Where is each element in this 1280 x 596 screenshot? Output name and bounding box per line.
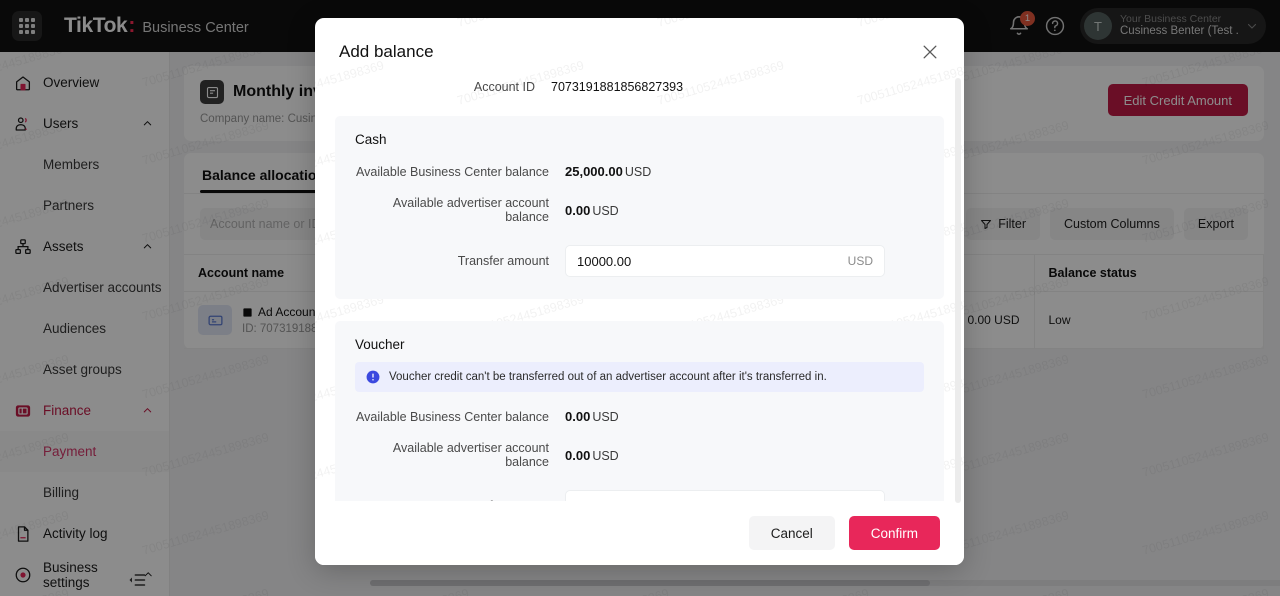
cancel-button[interactable]: Cancel bbox=[748, 516, 835, 550]
cash-transfer-amount-row: Transfer amount USD bbox=[355, 245, 924, 277]
confirm-button[interactable]: Confirm bbox=[848, 516, 940, 550]
voucher-adv-balance-row: Available advertiser account balance 0.0… bbox=[355, 441, 924, 469]
cash-adv-balance-amount: 0.00 bbox=[565, 202, 591, 218]
cash-transfer-amount-label: Transfer amount bbox=[457, 254, 549, 268]
cash-transfer-amount-field[interactable]: USD bbox=[565, 245, 885, 277]
info-icon bbox=[366, 370, 380, 384]
account-id-value: 7073191881856827393 bbox=[551, 80, 684, 94]
voucher-notice-banner: Voucher credit can't be transferred out … bbox=[355, 362, 924, 392]
modal-header: Add balance bbox=[315, 18, 964, 62]
app-root: TikTok : Business Center 1 T Your Busine… bbox=[0, 0, 1280, 596]
cash-bc-balance-amount: 25,000.00 bbox=[565, 164, 623, 179]
cash-adv-balance-currency: USD bbox=[592, 203, 619, 218]
cash-adv-balance-label: Available advertiser account balance bbox=[392, 196, 549, 224]
cash-bc-balance-currency: USD bbox=[624, 165, 652, 179]
cash-transfer-amount-input[interactable] bbox=[577, 253, 840, 269]
account-id-row: Account ID 7073191881856827393 bbox=[361, 62, 964, 94]
modal-vertical-scrollbar[interactable] bbox=[955, 78, 961, 503]
voucher-adv-balance-currency: USD bbox=[592, 448, 619, 463]
modal-footer: Cancel Confirm bbox=[315, 501, 964, 565]
modal-scroll-region: Add balance Account ID 70731918818568273… bbox=[315, 18, 964, 565]
voucher-adv-balance-amount: 0.00 bbox=[565, 447, 591, 463]
cash-adv-balance-value: 0.00 USD bbox=[565, 203, 619, 218]
voucher-bc-balance-currency: USD bbox=[592, 410, 619, 424]
close-icon[interactable] bbox=[920, 42, 940, 62]
voucher-adv-balance-label: Available advertiser account balance bbox=[392, 441, 549, 469]
voucher-bc-balance-value: 0.00 USD bbox=[565, 409, 619, 424]
voucher-bc-balance-label: Available Business Center balance bbox=[356, 409, 549, 424]
cash-bc-balance-label: Available Business Center balance bbox=[356, 164, 549, 179]
voucher-section-title: Voucher bbox=[355, 337, 405, 352]
voucher-notice-text: Voucher credit can't be transferred out … bbox=[389, 371, 827, 383]
voucher-adv-balance-value: 0.00 USD bbox=[565, 448, 619, 463]
cash-transfer-amount-currency: USD bbox=[847, 254, 873, 268]
cash-bc-balance-value: 25,000.00 USD bbox=[565, 164, 651, 179]
modal-title: Add balance bbox=[339, 42, 434, 61]
add-balance-dialog: 7005110524451898369 7005110524451898369 70… bbox=[315, 18, 964, 565]
account-id-label: Account ID bbox=[473, 80, 535, 94]
voucher-bc-balance-amount: 0.00 bbox=[565, 409, 591, 424]
cash-bc-balance-row: Available Business Center balance 25,000… bbox=[355, 164, 924, 179]
cash-adv-balance-row: Available advertiser account balance 0.0… bbox=[355, 196, 924, 224]
cash-section-title: Cash bbox=[355, 132, 387, 147]
voucher-bc-balance-row: Available Business Center balance 0.00 US… bbox=[355, 409, 924, 424]
cash-section: Cash Available Business Center balance 2… bbox=[335, 116, 944, 299]
